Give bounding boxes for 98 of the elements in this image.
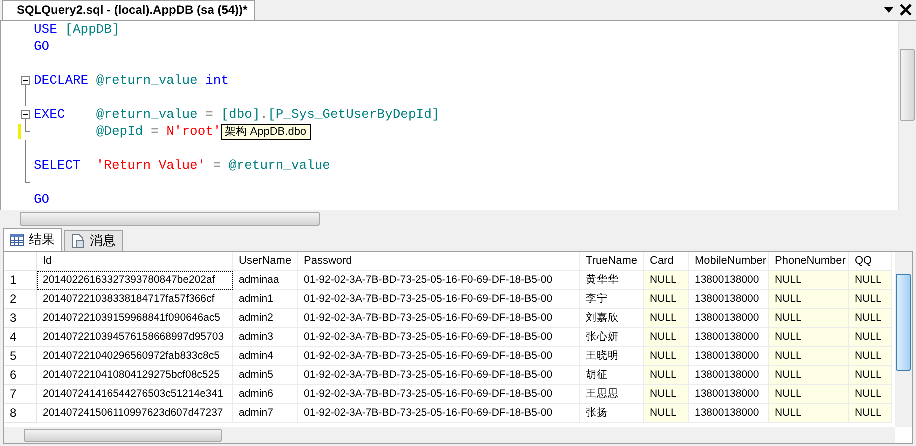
row-number[interactable]: 8 (4, 404, 37, 423)
code-token: = (213, 158, 222, 173)
row-number[interactable]: 2 (4, 290, 37, 309)
document-tab[interactable]: SQLQuery2.sql - (local).AppDB (sa (54))* (2, 0, 255, 20)
vertical-scrollbar[interactable] (898, 21, 916, 210)
column-header[interactable]: PhoneNumber (769, 252, 849, 271)
table-cell: admin4 (233, 347, 298, 366)
code-token: . (260, 107, 268, 122)
vertical-scrollbar[interactable] (895, 252, 912, 427)
table-cell: 01-92-02-3A-7B-BD-73-25-05-16-F0-69-DF-18-B5-00 (298, 347, 580, 366)
table-cell: NULL (644, 328, 689, 347)
table-cell: admin2 (233, 309, 298, 328)
row-number[interactable]: 4 (4, 328, 37, 347)
table-cell: NULL (849, 309, 892, 328)
column-header[interactable]: QQ (849, 252, 892, 271)
table-cell: NULL (849, 347, 892, 366)
table-cell: 01-92-02-3A-7B-BD-73-25-05-16-F0-69-DF-18-B5-00 (298, 290, 580, 309)
table-cell: 201407221040296560972fab833c8c5 (37, 347, 233, 366)
table-cell: 201407241416544276503c51214e341 (37, 385, 233, 404)
code-token: [AppDB] (65, 22, 120, 37)
table-cell: 2014072210410804129275bcf08c525 (37, 366, 233, 385)
column-header[interactable]: MobileNumber (689, 252, 769, 271)
code-token: @return_value (96, 107, 198, 122)
table-cell: NULL (644, 309, 689, 328)
table-cell: NULL (849, 385, 892, 404)
table-cell: admin5 (233, 366, 298, 385)
table-cell: NULL (769, 404, 849, 423)
table-cell: admin7 (233, 404, 298, 423)
table-cell: 01-92-02-3A-7B-BD-73-25-05-16-F0-69-DF-18-B5-00 (298, 309, 580, 328)
code-token: [P_Sys_GetUserByDepId] (268, 107, 440, 122)
table-cell: 201407241506110997623d607d47237 (37, 404, 233, 423)
table-cell: NULL (849, 328, 892, 347)
table-cell: 201407221038338184717fa57f366cf (37, 290, 233, 309)
table-cell: 201407221039159968841f090646ac5 (37, 309, 233, 328)
close-icon[interactable] (900, 4, 912, 16)
collapse-icon[interactable] (21, 76, 30, 89)
document-icon (71, 234, 85, 248)
table-cell: NULL (769, 328, 849, 347)
grid-icon (10, 234, 24, 246)
table-cell: NULL (769, 290, 849, 309)
table-cell: 01-92-02-3A-7B-BD-73-25-05-16-F0-69-DF-18-B5-00 (298, 404, 580, 423)
table-cell: NULL (769, 385, 849, 404)
table-cell: NULL (849, 404, 892, 423)
code-token: = (206, 107, 214, 122)
code-token: GO (34, 192, 50, 207)
horizontal-scrollbar[interactable] (4, 427, 895, 443)
table-cell: 01-92-02-3A-7B-BD-73-25-05-16-F0-69-DF-18-B5-00 (298, 271, 580, 290)
fold-guide (25, 89, 26, 106)
table-cell: NULL (769, 271, 849, 290)
table-cell: NULL (644, 385, 689, 404)
table-cell: NULL (849, 290, 892, 309)
table-cell: NULL (644, 347, 689, 366)
column-header[interactable]: TrueName (580, 252, 644, 271)
table-cell: 01-92-02-3A-7B-BD-73-25-05-16-F0-69-DF-18-B5-00 (298, 366, 580, 385)
result-tab[interactable]: 结果 (3, 228, 62, 251)
table-cell: NULL (769, 309, 849, 328)
code-token: int (206, 73, 230, 88)
code-token: USE (34, 22, 58, 37)
table-cell: 01-92-02-3A-7B-BD-73-25-05-16-F0-69-DF-18-B5-00 (298, 328, 580, 347)
column-header[interactable]: Id (37, 252, 233, 271)
table-cell: admin3 (233, 328, 298, 347)
table-cell: NULL (644, 290, 689, 309)
table-cell: admin6 (233, 385, 298, 404)
table-cell: NULL (849, 366, 892, 385)
table-cell: NULL (769, 347, 849, 366)
row-number[interactable]: 7 (4, 385, 37, 404)
dropdown-icon[interactable] (884, 7, 894, 13)
code-token: @return_value (229, 158, 330, 173)
row-number[interactable]: 6 (4, 366, 37, 385)
tooltip: 架构 AppDB.dbo (221, 124, 311, 140)
row-number[interactable]: 1 (4, 271, 37, 290)
table-cell: NULL (644, 366, 689, 385)
table-cell: NULL (769, 366, 849, 385)
collapse-icon[interactable] (21, 110, 30, 123)
table-cell: 01-92-02-3A-7B-BD-73-25-05-16-F0-69-DF-18-B5-00 (298, 385, 580, 404)
column-header[interactable]: Password (298, 252, 580, 271)
code-token: N'root' (166, 124, 222, 139)
code-token: GO (34, 39, 50, 54)
code-token: = (151, 124, 159, 139)
row-number[interactable]: 5 (4, 347, 37, 366)
table-cell: 2014072210394576158668997d95703 (37, 328, 233, 347)
code-token: @DepId (96, 124, 144, 139)
code-token: 'Return Value' (96, 158, 206, 173)
table-cell: NULL (644, 404, 689, 423)
table-cell: NULL (644, 271, 689, 290)
code-token: SELECT (34, 158, 82, 173)
code-token: @return_value (96, 73, 198, 88)
table-cell: admin1 (233, 290, 298, 309)
table-cell: NULL (849, 271, 892, 290)
column-header[interactable]: Card (644, 252, 689, 271)
code-token: DECLARE (34, 73, 90, 88)
code-token: [dbo] (221, 107, 260, 122)
column-header[interactable]: UserName (233, 252, 298, 271)
row-number[interactable]: 3 (4, 309, 37, 328)
table-cell: 20140226163327393780847be202af (37, 271, 233, 290)
table-cell: adminaa (233, 271, 298, 290)
code-token: EXEC (34, 107, 66, 122)
result-tab[interactable]: 消息 (64, 230, 123, 251)
